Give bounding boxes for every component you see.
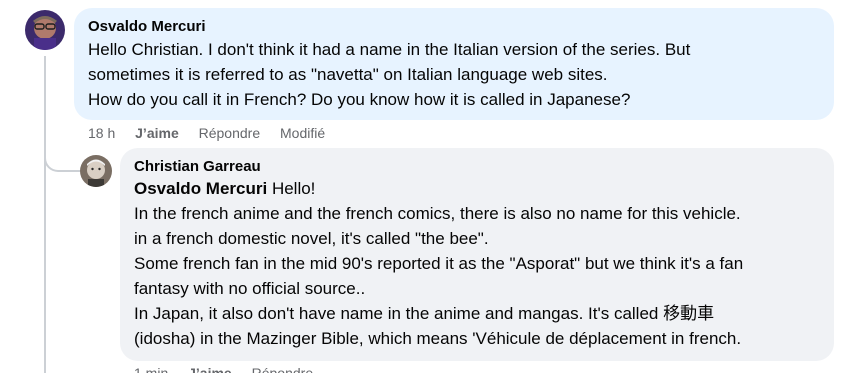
thread-line [44, 56, 46, 373]
like-button[interactable]: J’aime [188, 364, 232, 373]
comment-text: Osvaldo Mercuri Hello! In the french ani… [134, 176, 820, 351]
comment-line: in a french domestic novel, it's called … [134, 229, 489, 248]
thread-branch [44, 150, 80, 172]
reply-button[interactable]: Répondre [199, 124, 261, 142]
timestamp-link[interactable]: 1 min [134, 364, 168, 373]
comment-line: Osvaldo Mercuri Hello! [134, 176, 820, 201]
comment-line: Some french fan in the mid 90's reported… [134, 254, 744, 273]
comment-line: In the french anime and the french comic… [134, 204, 741, 223]
avatar[interactable] [80, 155, 112, 187]
comment-line-rest: Hello! [267, 179, 316, 198]
comment-line: sometimes it is referred to as "navetta"… [88, 65, 608, 84]
comment-actions: 18 h J’aime Répondre Modifié [88, 124, 341, 142]
comment-actions: 1 min J’aime Répondre [134, 364, 329, 373]
comment-line: In Japan, it also don't have name in the… [134, 304, 715, 323]
avatar[interactable] [25, 10, 65, 50]
comment-line: (idosha) in the Mazinger Bible, which me… [134, 329, 742, 348]
comment-line: Hello Christian. I don't think it had a … [88, 40, 691, 59]
comment-text: Hello Christian. I don't think it had a … [88, 37, 820, 112]
reply-bubble: Christian Garreau Osvaldo Mercuri Hello!… [120, 148, 834, 361]
edited-label[interactable]: Modifié [280, 124, 325, 142]
mention-link[interactable]: Osvaldo Mercuri [134, 179, 267, 198]
comment-author[interactable]: Osvaldo Mercuri [88, 18, 820, 36]
comment-line: fantasy with no official source.. [134, 279, 366, 298]
comment-line: How do you call it in French? Do you kno… [88, 90, 631, 109]
comment-bubble: Osvaldo Mercuri Hello Christian. I don't… [74, 8, 834, 120]
timestamp-link[interactable]: 18 h [88, 124, 115, 142]
comment-author[interactable]: Christian Garreau [134, 158, 820, 176]
reply-button[interactable]: Répondre [252, 364, 314, 373]
like-button[interactable]: J’aime [135, 124, 179, 142]
comment-thread: Osvaldo Mercuri Hello Christian. I don't… [0, 0, 843, 373]
